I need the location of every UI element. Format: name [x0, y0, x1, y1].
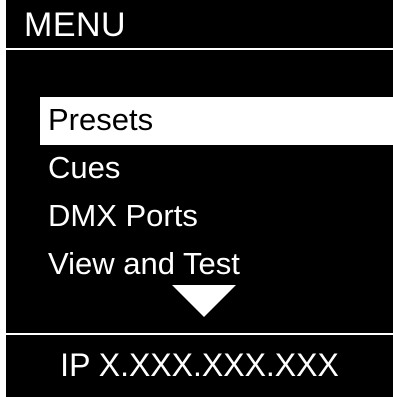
status-footer: IP X.XXX.XXX.XXX	[6, 333, 393, 397]
menu-header: MENU	[6, 0, 393, 50]
triangle-down-icon	[172, 285, 236, 317]
page-title: MENU	[24, 6, 127, 44]
menu-item-cues[interactable]: Cues	[40, 145, 393, 193]
lcd-screen: MENU Presets Cues DMX Ports View and Tes…	[6, 0, 393, 397]
ip-address-text: IP X.XXX.XXX.XXX	[60, 347, 339, 383]
menu-item-view-and-test[interactable]: View and Test	[40, 241, 393, 289]
menu-list: Presets Cues DMX Ports View and Test	[40, 97, 393, 289]
menu-item-presets[interactable]: Presets	[40, 97, 393, 145]
menu-item-dmx-ports[interactable]: DMX Ports	[40, 193, 393, 241]
